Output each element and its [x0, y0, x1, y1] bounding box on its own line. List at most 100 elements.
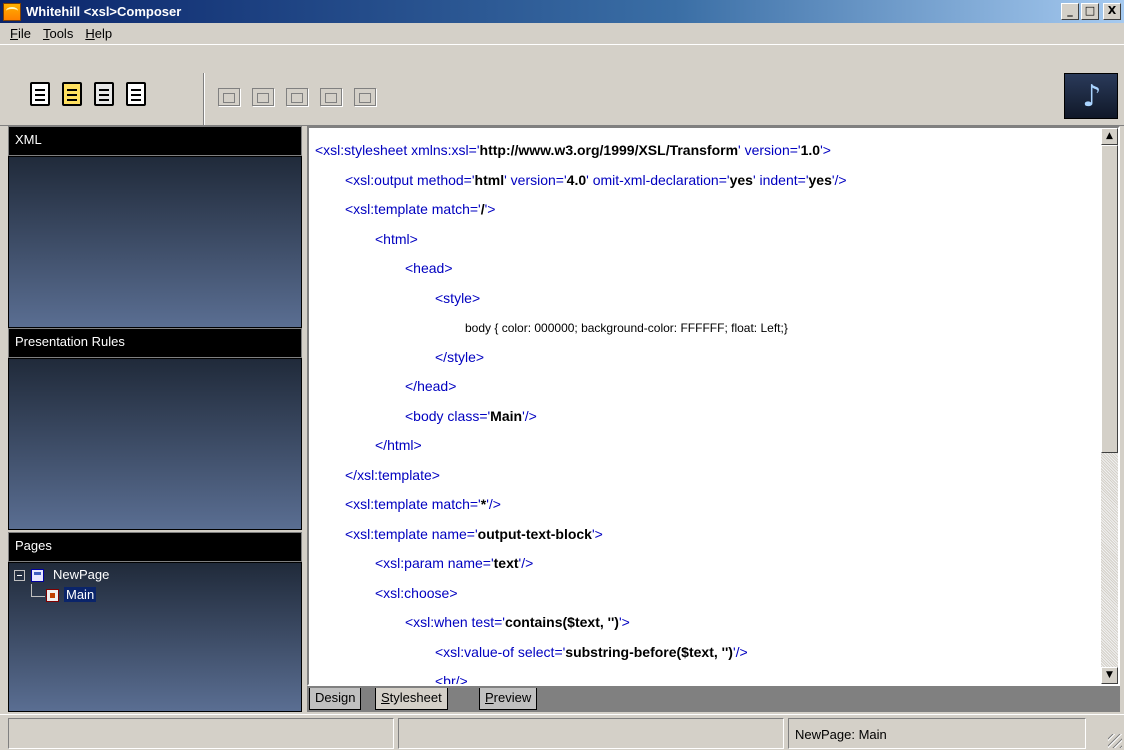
scroll-down-button[interactable]: ▼	[1101, 667, 1118, 684]
code-markup: <style>	[435, 289, 481, 306]
code-markup: '>	[618, 614, 630, 630]
view-tabs: Design Stylesheet Preview	[307, 686, 1120, 712]
menu-bar: File Tools Help	[0, 23, 1124, 44]
code-markup: <head>	[405, 260, 453, 276]
insert-dropdown-button[interactable]	[282, 85, 312, 109]
xml-panel	[8, 156, 302, 328]
status-bar: NewPage: Main	[0, 714, 1124, 750]
code-line: </html>	[375, 437, 422, 457]
code-markup: </html>	[375, 437, 422, 453]
left-sidebar: XML Presentation Rules Pages NewPage Mai…	[8, 126, 302, 712]
insert-component-icon	[320, 88, 342, 106]
code-markup: '>	[591, 525, 603, 542]
tree-node-label: Main	[64, 587, 97, 602]
code-markup: <body class='	[405, 407, 491, 424]
code-markup: <xsl:param name='	[375, 555, 494, 571]
code-value: yes	[808, 171, 832, 188]
code-markup: ' indent='	[752, 171, 809, 188]
code-text: body { color: 000000; background-color: …	[465, 321, 788, 335]
xml-panel-header: XML	[8, 126, 302, 156]
new-document-button[interactable]	[28, 81, 52, 107]
code-line: <xsl:template match='/'>	[345, 201, 495, 221]
code-line: <head>	[405, 260, 453, 280]
code-value: html	[474, 171, 505, 188]
tab-preview[interactable]: Preview	[479, 688, 538, 710]
collapse-icon[interactable]	[14, 570, 25, 581]
resize-grip-icon[interactable]	[1108, 734, 1122, 748]
status-cell-1	[8, 718, 394, 749]
window-title: Whitehill <xsl>Composer	[26, 4, 182, 19]
code-markup: '>	[484, 201, 496, 217]
code-line: </head>	[405, 378, 456, 398]
toolbar-separator	[203, 73, 205, 125]
code-value: yes	[729, 171, 753, 188]
page-icon	[31, 569, 44, 582]
code-markup: '/>	[831, 171, 847, 188]
code-value: 4.0	[566, 171, 587, 188]
title-bar: Whitehill <xsl>Composer _ □ X	[0, 0, 1124, 23]
tree-connector	[31, 584, 32, 596]
menu-help[interactable]: Help	[79, 26, 118, 41]
pages-panel	[8, 562, 302, 712]
app-logo-icon	[3, 2, 21, 21]
insert-frame-button[interactable]	[350, 85, 380, 109]
open-document-button[interactable]	[60, 81, 84, 107]
insert-table-button[interactable]	[248, 85, 278, 109]
menu-file[interactable]: File	[4, 26, 37, 41]
close-button[interactable]: X	[1103, 3, 1121, 20]
stylesheet-editor[interactable]: <xsl:stylesheet xmlns:xsl='http://www.w3…	[307, 126, 1120, 686]
insert-dropdown-icon	[286, 88, 308, 106]
vertical-scrollbar[interactable]: ▲ ▼	[1101, 128, 1118, 684]
save-icon	[94, 82, 114, 106]
code-markup: </xsl:template>	[345, 466, 440, 483]
presentation-rules-panel	[8, 358, 302, 530]
code-line: <br/>	[435, 673, 468, 686]
code-markup: <xsl:value-of select='	[435, 643, 566, 660]
template-icon	[46, 589, 59, 602]
code-value: substring-before($text, '')	[565, 643, 733, 660]
code-markup: <xsl:template name='	[345, 525, 478, 542]
code-markup: <html>	[375, 230, 418, 247]
code-line: </style>	[435, 349, 484, 369]
status-cell-location: NewPage: Main	[788, 718, 1086, 749]
menu-tools[interactable]: Tools	[37, 26, 79, 41]
code-markup: <br/>	[435, 673, 468, 686]
code-markup: '/>	[518, 555, 534, 571]
new-document-icon	[30, 82, 50, 106]
insert-component-button[interactable]	[316, 85, 346, 109]
scroll-up-button[interactable]: ▲	[1101, 128, 1118, 145]
code-markup: <xsl:stylesheet xmlns:xsl='	[315, 142, 480, 158]
status-cell-2	[398, 718, 784, 749]
tab-stylesheet[interactable]: Stylesheet	[375, 688, 448, 710]
insert-text-button[interactable]	[214, 85, 244, 109]
code-markup: <xsl:template match='	[345, 201, 481, 217]
code-line: body { color: 000000; background-color: …	[465, 319, 788, 339]
code-markup: ' version='	[504, 171, 567, 188]
code-markup: <xsl:template match='	[345, 496, 481, 512]
tree-node-label: NewPage	[53, 567, 110, 582]
code-markup: </style>	[435, 348, 485, 365]
code-line: </xsl:template>	[345, 467, 440, 487]
pages-panel-header: Pages	[8, 532, 302, 562]
code-value: Main	[490, 407, 523, 424]
code-markup: <xsl:choose>	[375, 584, 458, 601]
save-document-button[interactable]	[92, 81, 116, 107]
music-button[interactable]: ♪	[1064, 73, 1118, 119]
code-value: output-text-block	[477, 525, 592, 542]
maximize-button[interactable]: □	[1081, 3, 1099, 20]
code-value: contains($text, '')	[504, 614, 619, 630]
insert-text-icon	[218, 88, 240, 106]
music-note-icon: ♪	[1082, 79, 1102, 114]
code-markup: '/>	[486, 496, 501, 512]
code-line: <style>	[435, 290, 480, 310]
tab-design[interactable]: Design	[309, 688, 362, 710]
presentation-rules-header: Presentation Rules	[8, 328, 302, 358]
export-document-button[interactable]	[124, 81, 148, 107]
minimize-button[interactable]: _	[1061, 3, 1079, 20]
code-markup: <xsl:when test='	[405, 614, 505, 630]
code-line: <xsl:output method='html' version='4.0' …	[345, 172, 847, 192]
code-value: http://www.w3.org/1999/XSL/Transform	[479, 142, 739, 158]
code-line: <xsl:template name='output-text-block'>	[345, 526, 603, 546]
code-markup: </head>	[405, 378, 457, 394]
scroll-thumb[interactable]	[1101, 145, 1118, 453]
